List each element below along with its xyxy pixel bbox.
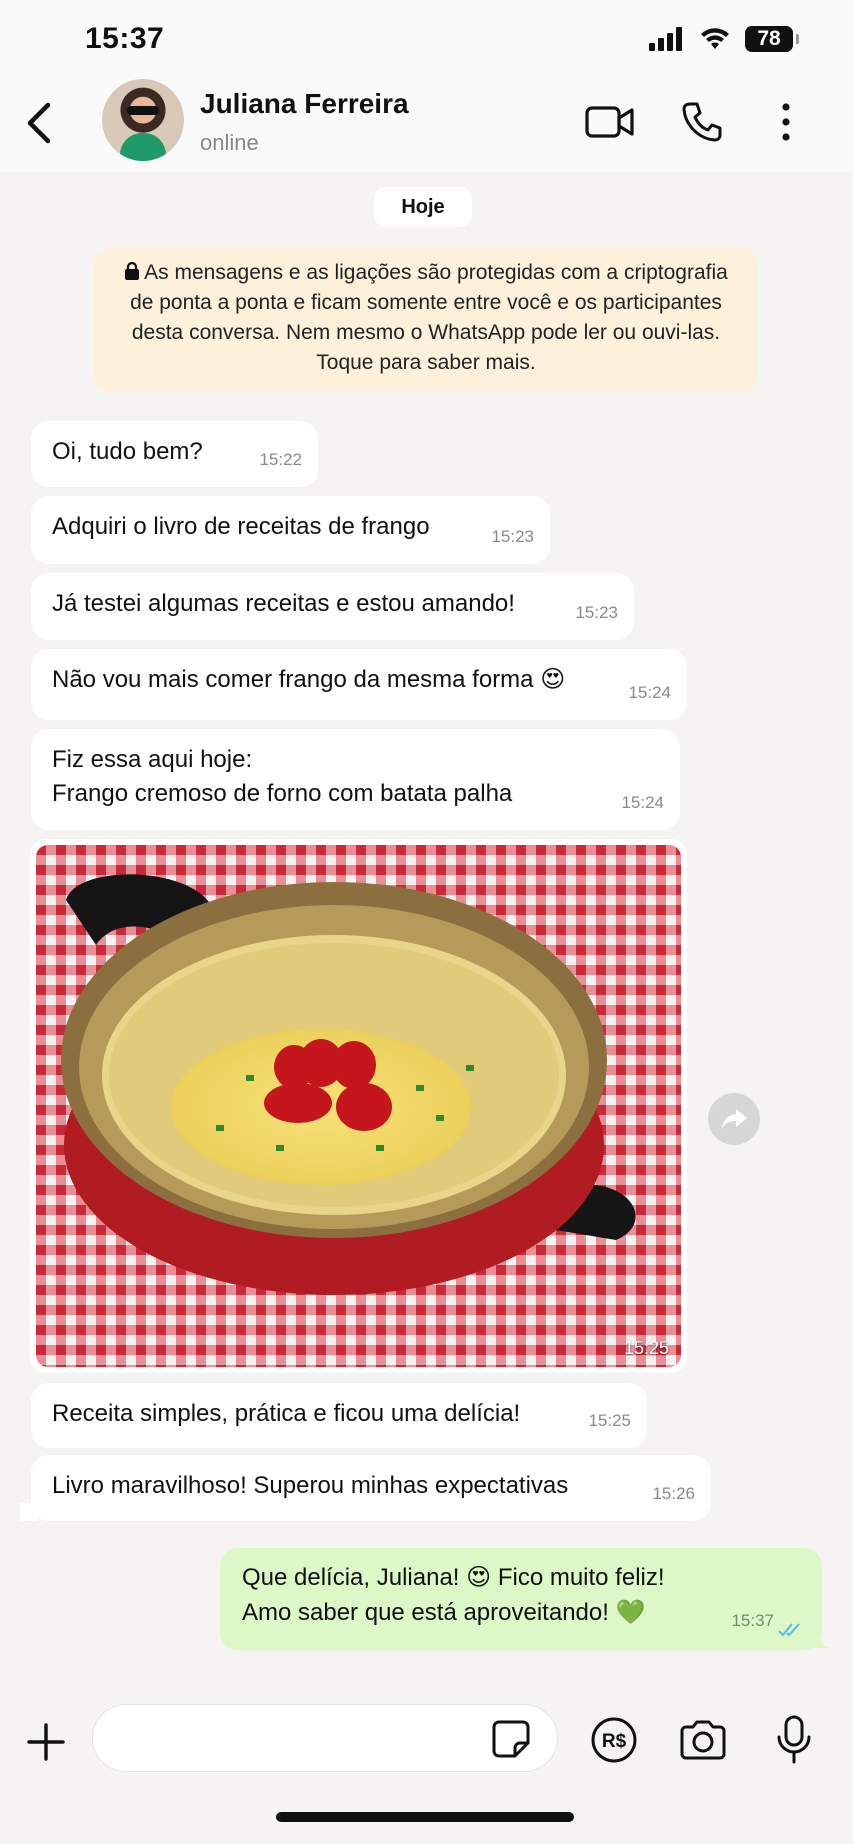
message-time: 15:24 [621,793,664,812]
message-text: Oi, tudo bem? [52,438,203,465]
message-text: Não vou mais comer frango da mesma forma… [52,666,566,693]
input-bar: R$ [0,1690,853,1844]
camera-icon [680,1720,726,1760]
message-text: Já testei algumas receitas e estou amand… [52,590,515,617]
message-time: 15:24 [628,683,671,702]
video-call-icon [585,106,634,138]
avatar[interactable] [102,79,184,161]
message-bubble[interactable]: Não vou mais comer frango da mesma forma… [31,649,687,720]
svg-text:R$: R$ [602,1731,627,1752]
status-bar: 15:37 78 [0,0,853,72]
message-bubble[interactable]: Fiz essa aqui hoje: Frango cremoso de fo… [31,729,680,830]
message-time: 15:22 [259,450,302,469]
message-bubble[interactable]: Já testei algumas receitas e estou amand… [31,573,634,640]
bubble-tail [20,1503,38,1521]
wifi-icon [701,28,729,49]
outgoing-message[interactable]: Que delícia, Juliana! 😍 Fico muito feliz… [220,1548,822,1650]
camera-button[interactable] [677,1714,729,1766]
message-text: Que delícia, Juliana! 😍 Fico muito feliz… [242,1564,665,1626]
message-bubble[interactable]: Adquiri o livro de receitas de frango 15… [31,496,550,564]
microphone-icon [777,1715,811,1764]
status-time: 15:37 [85,22,165,55]
message-text: Livro maravilhoso! Superou minhas expect… [52,1472,569,1499]
phone-icon [682,102,722,142]
message-bubble[interactable]: Oi, tudo bem? 15:22 [31,421,318,487]
battery-icon: 78 [745,26,799,52]
plus-icon [27,1723,65,1761]
home-indicator[interactable] [276,1812,574,1822]
message-text: Adquiri o livro de receitas de frango [52,513,430,540]
back-button[interactable] [14,96,64,150]
food-photo[interactable]: 15:25 [36,845,681,1367]
more-vertical-icon [782,103,790,141]
contact-name[interactable]: Juliana Ferreira [200,88,409,120]
encryption-notice-text: As mensagens e as ligações são protegida… [130,261,728,374]
sticker-icon [492,1720,530,1758]
message-time: 15:25 [588,1411,631,1430]
lock-icon [125,261,140,280]
message-text: Receita simples, prática e ficou uma del… [52,1400,521,1427]
encryption-notice[interactable]: As mensagens e as ligações são protegida… [94,248,758,392]
message-bubble[interactable]: Receita simples, prática e ficou uma del… [31,1383,647,1448]
contact-status: online [200,130,259,155]
sticker-button[interactable] [488,1716,534,1762]
message-time: 15:23 [575,603,618,622]
forward-button[interactable] [708,1093,760,1145]
menu-button[interactable] [768,94,804,150]
payment-icon: R$ [591,1717,637,1763]
forward-icon [722,1109,747,1129]
message-text: Fiz essa aqui hoje: Frango cremoso de fo… [52,746,513,807]
bubble-tail [810,1630,830,1648]
message-time: 15:25 [623,1338,669,1358]
image-message[interactable]: 15:25 [30,839,687,1373]
message-bubble[interactable]: Livro maravilhoso! Superou minhas expect… [31,1455,711,1521]
date-chip: Hoje [374,187,472,227]
message-time: 15:37 [731,1611,774,1630]
read-ticks-icon [778,1623,800,1637]
status-icons: 78 [649,26,799,52]
chevron-left-icon [27,102,51,144]
message-time: 15:26 [652,1484,695,1503]
voice-call-button[interactable] [678,94,726,150]
message-time: 15:23 [491,527,534,546]
payment-button[interactable]: R$ [588,1714,640,1766]
chat-header: Juliana Ferreira online [0,72,853,172]
video-call-button[interactable] [584,94,636,150]
signal-icon [649,27,682,51]
attach-button[interactable] [22,1718,70,1766]
voice-message-button[interactable] [768,1714,820,1766]
